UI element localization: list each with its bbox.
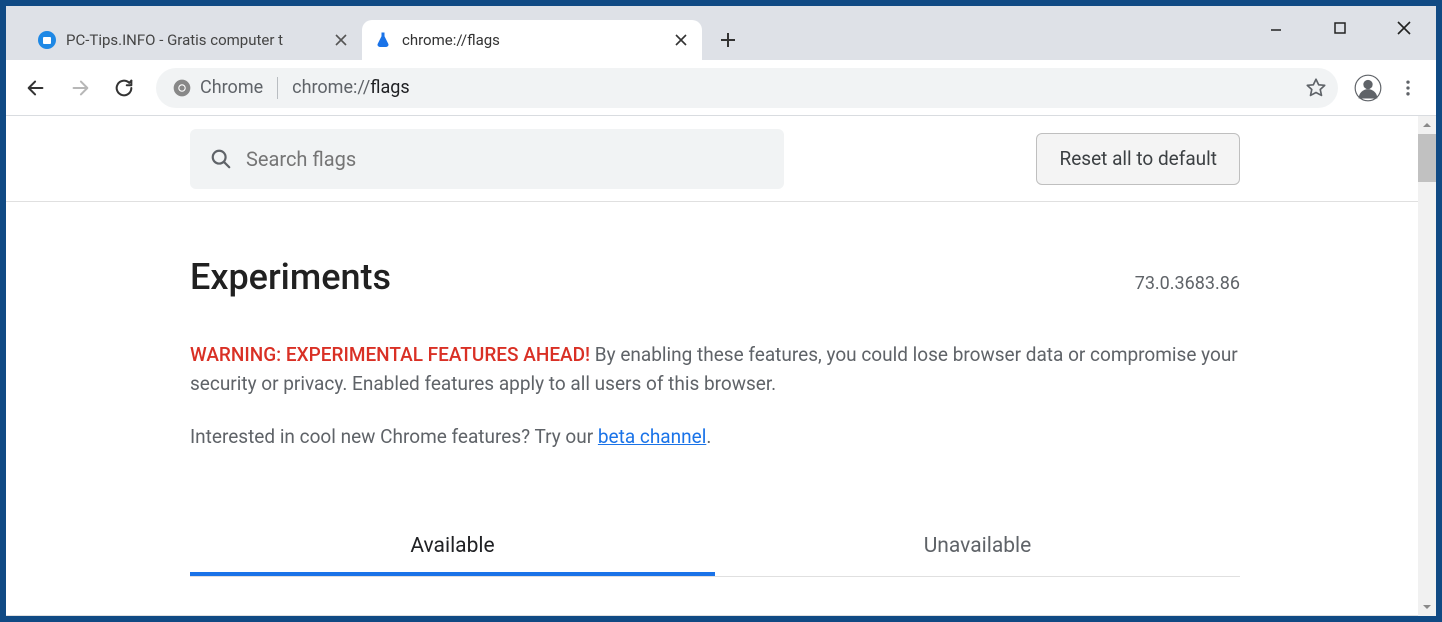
tab-title: PC-Tips.INFO - Gratis computer t [66, 31, 322, 49]
omnibox-url[interactable]: chrome://flags [292, 77, 1298, 98]
page-viewport: Reset all to default Experiments 73.0.36… [6, 116, 1436, 616]
vertical-scrollbar[interactable] [1418, 116, 1436, 616]
tab-unavailable[interactable]: Unavailable [715, 520, 1240, 576]
search-icon [210, 148, 232, 170]
scroll-up-arrow-icon[interactable] [1418, 116, 1436, 134]
close-tab-button[interactable] [332, 31, 350, 49]
window-maximize-button[interactable] [1308, 6, 1372, 50]
page-title: Experiments [190, 256, 391, 298]
browser-tab-pc-tips[interactable]: PC-Tips.INFO - Gratis computer t [26, 20, 362, 60]
tab-strip: PC-Tips.INFO - Gratis computer t chrome:… [6, 6, 1436, 60]
flags-tabs: Available Unavailable [190, 520, 1240, 577]
favicon-pc-tips-icon [38, 31, 56, 49]
flags-main: Experiments 73.0.3683.86 WARNING: EXPERI… [190, 202, 1240, 577]
omnibox-chip-label: Chrome [200, 77, 263, 98]
window-minimize-button[interactable] [1244, 6, 1308, 50]
forward-button[interactable] [60, 68, 100, 108]
browser-toolbar: Chrome chrome://flags [6, 60, 1436, 116]
favicon-flask-icon [374, 31, 392, 49]
browser-tab-flags[interactable]: chrome://flags [362, 20, 702, 60]
omnibox-chip: Chrome [172, 77, 263, 98]
bookmark-star-icon[interactable] [1302, 74, 1330, 102]
flags-topbar: Reset all to default [6, 116, 1424, 202]
close-tab-button[interactable] [672, 31, 690, 49]
tab-title: chrome://flags [402, 31, 662, 49]
new-tab-button[interactable] [712, 24, 744, 56]
search-flags-input[interactable] [246, 147, 764, 171]
version-label: 73.0.3683.86 [1135, 273, 1240, 294]
interest-paragraph: Interested in cool new Chrome features? … [190, 425, 1240, 448]
window-close-button[interactable] [1372, 6, 1436, 50]
interest-prefix: Interested in cool new Chrome features? … [190, 425, 598, 448]
interest-suffix: . [706, 425, 711, 448]
warning-paragraph: WARNING: EXPERIMENTAL FEATURES AHEAD! By… [190, 340, 1240, 399]
back-button[interactable] [16, 68, 56, 108]
address-bar[interactable]: Chrome chrome://flags [156, 68, 1338, 108]
reload-button[interactable] [104, 68, 144, 108]
tab-available[interactable]: Available [190, 520, 715, 576]
warning-label: WARNING: EXPERIMENTAL FEATURES AHEAD! [190, 343, 590, 366]
kebab-menu-button[interactable] [1390, 70, 1426, 106]
beta-channel-link[interactable]: beta channel [598, 425, 706, 448]
omnibox-separator [277, 77, 278, 99]
window-controls [1244, 6, 1436, 51]
profile-avatar-button[interactable] [1350, 70, 1386, 106]
scroll-thumb[interactable] [1418, 134, 1436, 182]
scroll-down-arrow-icon[interactable] [1418, 598, 1436, 616]
chrome-logo-icon [172, 78, 192, 98]
search-flags-box[interactable] [190, 129, 784, 189]
reset-all-button[interactable]: Reset all to default [1036, 133, 1240, 185]
